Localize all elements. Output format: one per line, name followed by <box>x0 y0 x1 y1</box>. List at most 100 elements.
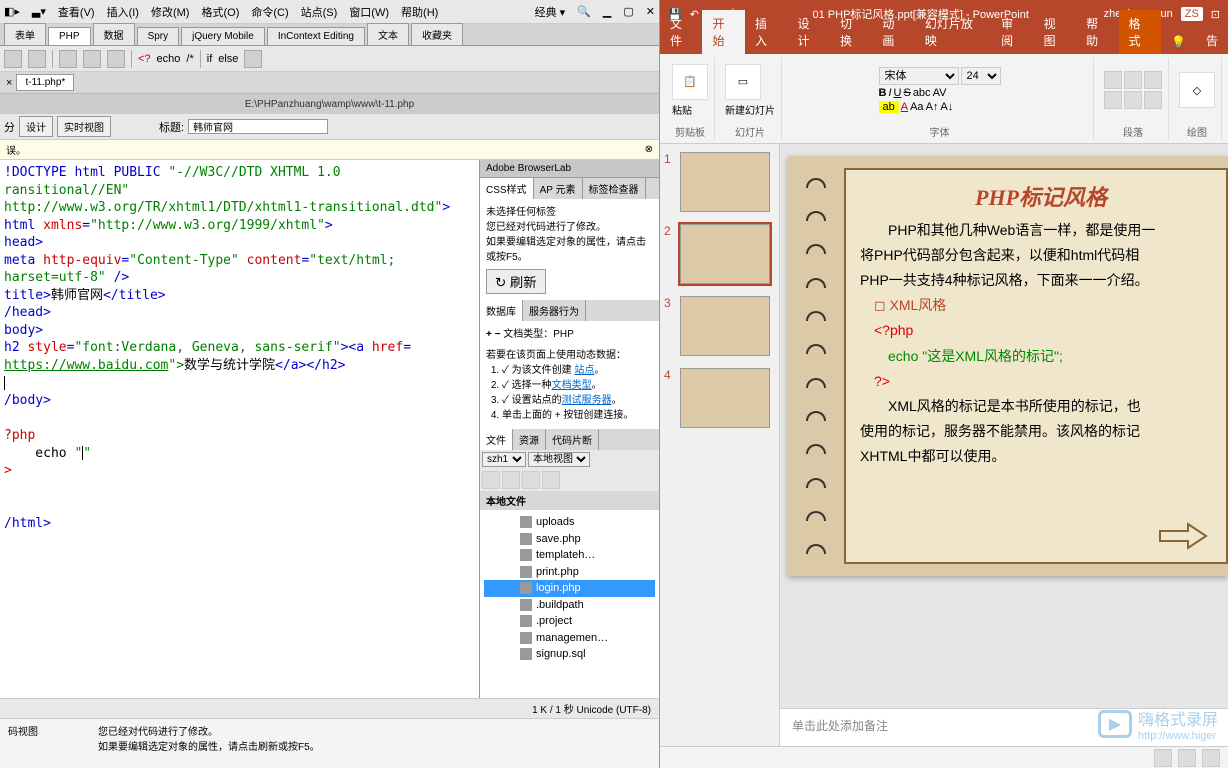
tab-insert[interactable]: 插入 <box>745 10 787 54</box>
slide-content[interactable]: PHP标记风格 PHP和其他几种Web语言一样，都是使用一 将PHP代码部分包含… <box>844 168 1228 564</box>
file-tab[interactable]: t-11.php* <box>16 74 74 91</box>
tab-text[interactable]: 文本 <box>367 23 409 45</box>
tool-icon[interactable] <box>83 50 101 68</box>
file-tool-icon[interactable] <box>542 471 560 489</box>
grow-icon[interactable]: A↑ <box>926 101 939 113</box>
tool-icon[interactable] <box>244 50 262 68</box>
font-select[interactable]: 宋体 <box>879 67 959 85</box>
tab-slideshow[interactable]: 幻灯片放映 <box>915 10 991 54</box>
menu-command[interactable]: 命令(C) <box>251 4 288 20</box>
menu-help[interactable]: 帮助(H) <box>401 4 438 20</box>
tab-assets[interactable]: 资源 <box>513 429 546 450</box>
code-editor[interactable]: !DOCTYPE html PUBLIC "-//W3C//DTD XHTML … <box>0 160 479 698</box>
spacing-button[interactable]: AV <box>933 87 947 99</box>
tab-server[interactable]: 服务器行为 <box>523 300 586 321</box>
tab-ap[interactable]: AP 元素 <box>534 178 583 199</box>
design-btn[interactable]: 设计 <box>19 116 53 137</box>
file-tool-icon[interactable] <box>482 471 500 489</box>
shapes-button[interactable]: ◇ <box>1179 72 1215 108</box>
tab-fav[interactable]: 收藏夹 <box>411 23 463 45</box>
else-btn[interactable]: else <box>218 53 238 65</box>
menu-view[interactable]: 查看(V) <box>58 4 95 20</box>
menu-format[interactable]: 格式(O) <box>201 4 239 20</box>
tab-css[interactable]: CSS样式 <box>480 178 534 199</box>
menu-insert[interactable]: 插入(I) <box>107 4 139 20</box>
thumb-3[interactable] <box>680 296 770 356</box>
minimize-icon[interactable]: ▁ <box>603 5 611 18</box>
tab-tag[interactable]: 标签检查器 <box>583 178 646 199</box>
file-tree[interactable]: uploads save.php templateh… print.php lo… <box>480 510 659 698</box>
tool-icon[interactable] <box>28 50 46 68</box>
menu-window[interactable]: 窗口(W) <box>349 4 389 20</box>
tab-design[interactable]: 设计 <box>787 10 829 54</box>
menu-site[interactable]: 站点(S) <box>301 4 338 20</box>
file-tool-icon[interactable] <box>502 471 520 489</box>
underline-button[interactable]: U <box>894 87 902 99</box>
shadow-button[interactable]: abc <box>913 87 931 99</box>
bullets-icon[interactable] <box>1104 71 1122 89</box>
thumb-2[interactable] <box>680 224 770 284</box>
align-center-icon[interactable] <box>1124 91 1142 109</box>
slide-title[interactable]: PHP标记风格 <box>860 178 1222 218</box>
notes-pane[interactable]: 单击此处添加备注 <box>780 708 1228 746</box>
close-file-icon[interactable]: × <box>6 77 12 89</box>
if-btn[interactable]: if <box>207 53 213 65</box>
tab-incontext[interactable]: InContext Editing <box>267 27 365 45</box>
split-btn[interactable]: 分 <box>4 119 15 135</box>
maximize-icon[interactable]: ▢ <box>623 5 633 18</box>
panel-browserlab[interactable]: Adobe BrowserLab <box>480 160 659 178</box>
file-tool-icon[interactable] <box>522 471 540 489</box>
comment-icon[interactable]: /* <box>186 53 193 65</box>
italic-button[interactable]: I <box>888 87 891 99</box>
thumb-1[interactable] <box>680 152 770 212</box>
tool-icon[interactable] <box>4 50 22 68</box>
slide[interactable]: PHP标记风格 PHP和其他几种Web语言一样，都是使用一 将PHP代码部分包含… <box>788 156 1228 576</box>
tab-review[interactable]: 审阅 <box>991 10 1033 54</box>
view-sorter-icon[interactable] <box>1178 749 1196 767</box>
user-avatar[interactable]: ZS <box>1181 7 1203 21</box>
strike-button[interactable]: S <box>903 87 910 99</box>
title-input[interactable] <box>188 119 328 134</box>
highlight-button[interactable]: ab <box>879 101 899 113</box>
tool-icon[interactable] <box>107 50 125 68</box>
refresh-btn[interactable]: ↻ 刷新 <box>486 269 546 294</box>
site-link[interactable]: 站点 <box>574 365 594 376</box>
tab-data[interactable]: 数据 <box>93 23 135 45</box>
tab-help[interactable]: 帮助 <box>1076 10 1118 54</box>
tab-tell[interactable]: 告 <box>1196 27 1228 54</box>
tab-files[interactable]: 文件 <box>480 429 513 450</box>
align-right-icon[interactable] <box>1144 91 1162 109</box>
tab-format[interactable]: 格式 <box>1119 10 1161 54</box>
tab-database[interactable]: 数据库 <box>480 300 523 321</box>
menu-modify[interactable]: 修改(M) <box>151 4 190 20</box>
site-select[interactable]: szh1 <box>482 452 526 467</box>
tell-me-icon[interactable]: 💡 <box>1161 30 1196 54</box>
layout-dropdown[interactable]: 经典 ▾ <box>535 4 566 20</box>
tab-form[interactable]: 表单 <box>4 23 46 45</box>
tab-home[interactable]: 开始 <box>702 10 744 54</box>
view-select[interactable]: 本地视图 <box>528 452 590 467</box>
tab-view[interactable]: 视图 <box>1034 10 1076 54</box>
indent-icon[interactable] <box>1144 71 1162 89</box>
tab-jquery[interactable]: jQuery Mobile <box>181 27 265 45</box>
numbering-icon[interactable] <box>1124 71 1142 89</box>
tab-spry[interactable]: Spry <box>137 27 180 45</box>
view-reading-icon[interactable] <box>1202 749 1220 767</box>
search-icon[interactable]: 🔍 <box>577 5 591 18</box>
view-normal-icon[interactable] <box>1154 749 1172 767</box>
fontcolor-button[interactable]: A <box>901 101 908 113</box>
slide-canvas[interactable]: PHP标记风格 PHP和其他几种Web语言一样，都是使用一 将PHP代码部分包含… <box>780 144 1228 708</box>
shrink-icon[interactable]: A↓ <box>940 101 953 113</box>
doctype-link[interactable]: 文档类型 <box>552 380 592 391</box>
change-case-button[interactable]: Aa <box>910 101 923 113</box>
tab-php[interactable]: PHP <box>48 27 91 45</box>
tab-transitions[interactable]: 切换 <box>830 10 872 54</box>
tool-icon[interactable] <box>59 50 77 68</box>
paste-button[interactable]: 📋 <box>672 64 708 100</box>
close-icon[interactable]: ✕ <box>646 5 655 18</box>
echo-btn[interactable]: echo <box>157 53 181 65</box>
minimize-icon[interactable]: ⊡ <box>1211 8 1220 21</box>
tab-animations[interactable]: 动画 <box>872 10 914 54</box>
thumb-4[interactable] <box>680 368 770 428</box>
bold-button[interactable]: B <box>879 87 887 99</box>
